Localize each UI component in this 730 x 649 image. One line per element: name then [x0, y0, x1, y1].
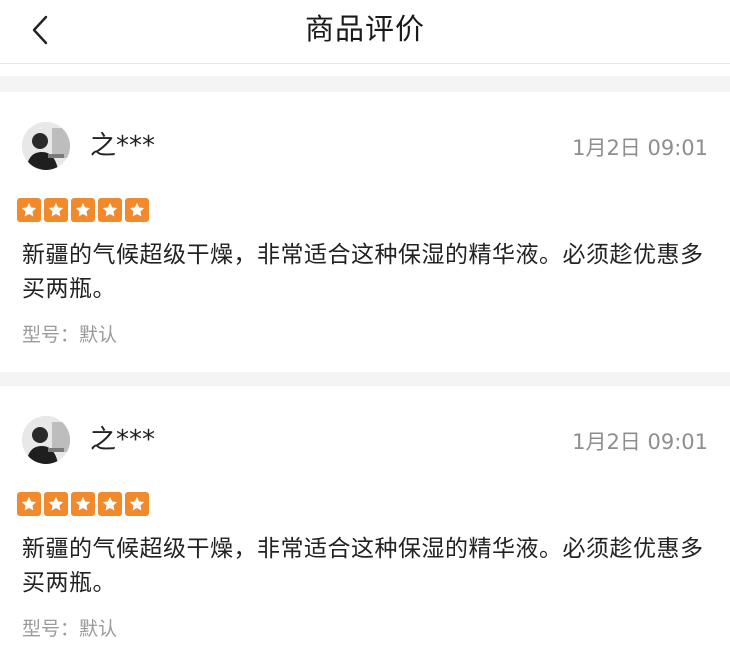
review-spec: 型号：默认 — [22, 618, 118, 640]
star-icon — [125, 492, 149, 516]
review-username: 之*** — [90, 131, 156, 161]
user-avatar-icon — [22, 122, 70, 170]
star-icon — [71, 198, 95, 222]
avatar[interactable] — [22, 416, 70, 464]
star-icon — [98, 198, 122, 222]
nav-header: 商品评价 — [0, 0, 730, 64]
star-rating — [17, 492, 149, 516]
review-content: 新疆的气候超级干燥，非常适合这种保湿的精华液。必须趁优惠多买两瓶。 — [22, 242, 704, 302]
review-content: 新疆的气候超级干燥，非常适合这种保湿的精华液。必须趁优惠多买两瓶。 — [22, 536, 704, 596]
section-divider — [0, 76, 730, 92]
star-icon — [44, 198, 68, 222]
star-icon — [44, 492, 68, 516]
star-rating — [17, 198, 149, 222]
star-icon — [17, 198, 41, 222]
review-spec: 型号：默认 — [22, 324, 118, 346]
review-username: 之*** — [90, 425, 156, 455]
star-icon — [17, 492, 41, 516]
review-page: 商品评价 之*** 1月2日 09:01 新疆的气候超级干燥，非常适合这种保湿的… — [0, 0, 730, 649]
review-time: 1月2日 09:01 — [572, 430, 708, 454]
star-icon — [98, 492, 122, 516]
review-item: 之*** 1月2日 09:01 新疆的气候超级干燥，非常适合这种保湿的精华液。必… — [0, 92, 730, 370]
star-icon — [71, 492, 95, 516]
page-title: 商品评价 — [304, 12, 425, 46]
star-icon — [125, 198, 149, 222]
review-item: 之*** 1月2日 09:01 新疆的气候超级干燥，非常适合这种保湿的精华液。必… — [0, 386, 730, 649]
user-avatar-icon — [22, 416, 70, 464]
avatar[interactable] — [22, 122, 70, 170]
section-divider — [0, 372, 730, 386]
review-time: 1月2日 09:01 — [572, 136, 708, 160]
